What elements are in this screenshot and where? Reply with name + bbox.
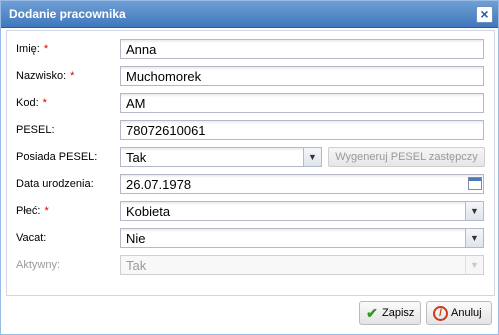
label-kod: Kod: *: [16, 97, 47, 109]
posiada-pesel-value: Tak: [126, 150, 147, 165]
label-data-urodzenia: Data urodzenia:: [16, 178, 94, 190]
calendar-icon[interactable]: [468, 177, 482, 190]
chevron-down-icon[interactable]: ▼: [465, 229, 483, 247]
pesel-input[interactable]: 78072610061: [120, 120, 484, 140]
form-panel: Imię: * Anna Nazwisko: * Muchomorek Kod: * …: [6, 30, 495, 296]
required-mark: *: [43, 43, 49, 55]
vacat-select[interactable]: Nie ▼: [120, 228, 484, 248]
row-imie: Imię: * Anna: [7, 39, 494, 61]
checkmark-icon: ✔: [366, 305, 378, 321]
row-plec: Płeć: * Kobieta ▼: [7, 201, 494, 223]
plec-value: Kobieta: [126, 204, 171, 219]
kod-input[interactable]: AM: [120, 93, 484, 113]
cancel-icon: /: [433, 306, 448, 321]
close-icon[interactable]: ×: [476, 6, 493, 23]
label-plec: Płeć: *: [16, 205, 49, 217]
required-mark: *: [44, 205, 49, 217]
required-mark: *: [70, 70, 75, 82]
row-kod: Kod: * AM: [7, 93, 494, 115]
label-nazwisko: Nazwisko: *: [16, 70, 75, 82]
imie-input[interactable]: Anna: [120, 39, 484, 59]
cancel-button[interactable]: / Anuluj: [426, 301, 492, 325]
chevron-down-icon[interactable]: ▼: [303, 148, 321, 166]
employee-dialog: Dodanie pracownika × Imię: * Anna Nazwisk…: [0, 0, 499, 335]
aktywny-select: Tak ▼: [120, 255, 484, 275]
label-imie: Imię: *: [16, 43, 49, 55]
posiada-pesel-select[interactable]: Tak ▼: [120, 147, 322, 167]
generate-pesel-button[interactable]: Wygeneruj PESEL zastępczy: [328, 147, 485, 167]
nazwisko-input[interactable]: Muchomorek: [120, 66, 484, 86]
label-posiada-pesel: Posiada PESEL:: [16, 151, 98, 163]
data-urodzenia-value: 26.07.1978: [126, 177, 192, 192]
row-data-urodzenia: Data urodzenia: 26.07.1978: [7, 174, 494, 196]
chevron-down-icon[interactable]: ▼: [465, 202, 483, 220]
aktywny-value: Tak: [126, 258, 147, 273]
label-aktywny: Aktywny:: [16, 259, 61, 271]
row-aktywny: Aktywny: Tak ▼: [7, 255, 494, 277]
dialog-title: Dodanie pracownika: [9, 7, 126, 21]
titlebar[interactable]: Dodanie pracownika ×: [1, 1, 498, 28]
required-mark: *: [42, 97, 47, 109]
row-pesel: PESEL: 78072610061: [7, 120, 494, 142]
vacat-value: Nie: [126, 231, 146, 246]
row-nazwisko: Nazwisko: * Muchomorek: [7, 66, 494, 88]
chevron-down-icon: ▼: [465, 256, 483, 274]
row-vacat: Vacat: Nie ▼: [7, 228, 494, 250]
save-button[interactable]: ✔ Zapisz: [359, 301, 421, 325]
label-vacat: Vacat:: [16, 232, 47, 244]
label-pesel: PESEL:: [16, 124, 55, 136]
data-urodzenia-input[interactable]: 26.07.1978: [120, 174, 484, 194]
plec-select[interactable]: Kobieta ▼: [120, 201, 484, 221]
